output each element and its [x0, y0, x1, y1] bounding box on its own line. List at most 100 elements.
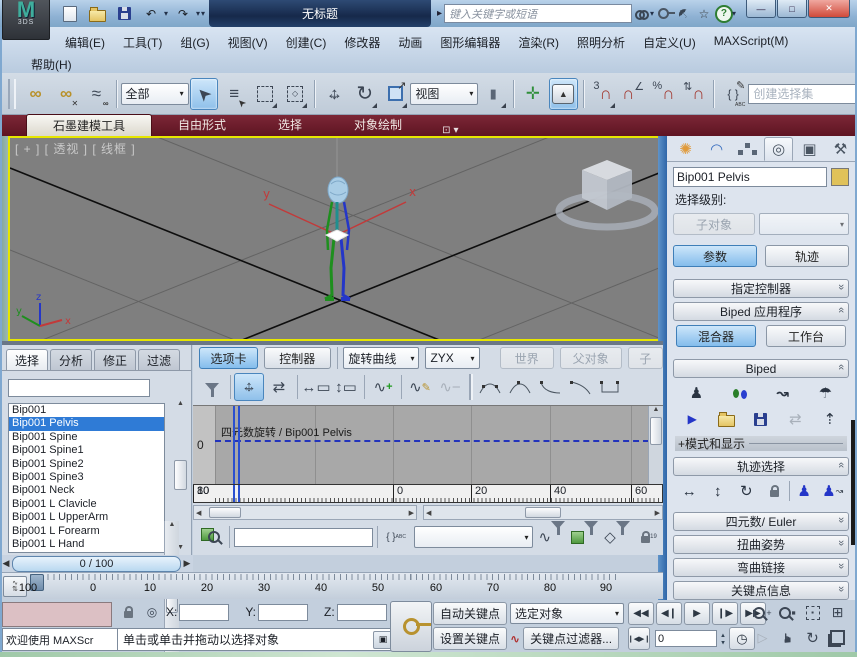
- tab-modify[interactable]: ◠: [702, 137, 731, 161]
- biped-header[interactable]: Biped «: [673, 359, 849, 378]
- opposite-tracks-button[interactable]: ♟ ↝: [819, 480, 848, 502]
- toolbar-grip[interactable]: [8, 78, 17, 109]
- pan-view-button[interactable]: ☛: [775, 627, 800, 648]
- zoom-all-button[interactable]: ▪: [775, 602, 800, 623]
- time-cursor-line[interactable]: [233, 406, 235, 484]
- x-input[interactable]: [179, 603, 230, 621]
- angle-snap-toggle-button[interactable]: ∩ ∠: [619, 78, 647, 110]
- scroll-thumb[interactable]: [525, 507, 561, 518]
- track-bar[interactable]: ∿ ⇅ 0 10 20 30 40 50 60 70 80 90 100: [0, 572, 663, 599]
- curve-vertical-scrollbar[interactable]: ▲: [648, 406, 663, 484]
- redo-dropdown[interactable]: ▾: [196, 9, 200, 18]
- menu-item[interactable]: 图形编辑器: [431, 31, 509, 54]
- list-item[interactable]: Bip001 L Hand: [9, 538, 164, 551]
- assign-controller-header[interactable]: 指定控制器 »: [673, 279, 849, 298]
- ribbon-tab[interactable]: 对象绘制: [328, 114, 428, 136]
- maximize-button[interactable]: □: [777, 0, 807, 18]
- scroll-right-arrow[interactable]: ▶: [409, 509, 414, 517]
- viewport-label[interactable]: [ + ] [ 透视 ] [ 线框 ]: [15, 140, 136, 157]
- subscription-button[interactable]: [654, 5, 676, 23]
- load-file-button[interactable]: [712, 408, 742, 430]
- biped-character[interactable]: y x: [263, 138, 416, 301]
- biped-apps-header[interactable]: Biped 应用程序 «: [673, 302, 849, 321]
- selection-filter-dropdown[interactable]: 全部 ▾: [120, 82, 189, 105]
- convert-button-disabled[interactable]: ⇄: [780, 408, 810, 430]
- play-button[interactable]: ▶: [684, 602, 710, 625]
- workbench-tab[interactable]: 过滤: [138, 349, 181, 370]
- parameters-tab-button[interactable]: 参数: [673, 245, 757, 267]
- scroll-thumb[interactable]: [650, 417, 662, 445]
- move-keys-button[interactable]: ↔ ↕: [234, 373, 264, 401]
- keyboard-shortcut-override-button[interactable]: ▲: [549, 77, 578, 110]
- draw-curves-button[interactable]: ∿ ✎: [405, 373, 435, 401]
- scale-values-button[interactable]: ↕ ▭: [331, 373, 361, 401]
- set-tangent-smooth-button[interactable]: [475, 373, 505, 401]
- viewcube[interactable]: [555, 160, 659, 231]
- reduce-keys-button-disabled[interactable]: ∿ −: [435, 373, 465, 401]
- menu-item[interactable]: 照明分析: [568, 31, 634, 54]
- set-keys-button[interactable]: [390, 601, 432, 652]
- tab-mode-button[interactable]: 选项卡: [199, 347, 258, 369]
- qat-overflow-button[interactable]: ▾: [201, 9, 205, 18]
- use-pivot-point-center-button[interactable]: ▮.: [479, 78, 507, 110]
- spinner-filter-button[interactable]: ◇: [603, 520, 631, 551]
- object-color-swatch[interactable]: [831, 168, 849, 186]
- selection-lock-toggle[interactable]: [118, 602, 138, 622]
- snaps-toggle-button[interactable]: 3 ∩: [588, 78, 616, 110]
- selection-set-dropdown[interactable]: ▾: [414, 526, 534, 548]
- infocenter-arrow[interactable]: ▸: [437, 8, 442, 19]
- symmetrical-tracks-button[interactable]: ♟: [790, 480, 819, 502]
- set-tangent-fast-button[interactable]: [505, 373, 535, 401]
- maximize-viewport-toggle[interactable]: [825, 627, 850, 648]
- controller-button[interactable]: 控制器: [263, 347, 331, 369]
- absolute-offset-toggle[interactable]: ◎: [142, 602, 162, 622]
- time-slider[interactable]: 0 / 100: [12, 555, 181, 572]
- perspective-viewport[interactable]: [ + ] [ 透视 ] [ 线框 ] y x z y x: [8, 136, 661, 341]
- current-frame-field[interactable]: 0: [655, 630, 717, 647]
- euler-order-dropdown[interactable]: ZYX ▾: [425, 347, 480, 369]
- list-item[interactable]: Bip001 Pelvis: [9, 417, 164, 431]
- body-horizontal-button[interactable]: ↔: [675, 480, 704, 502]
- child-button-disabled[interactable]: 子: [627, 347, 663, 369]
- undo-dropdown[interactable]: ▾: [164, 9, 168, 18]
- select-and-manipulate-button[interactable]: ✛: [519, 78, 547, 110]
- menu-item[interactable]: 编辑(E): [56, 31, 114, 54]
- pan-scrollbar-right[interactable]: ◀ ▶: [423, 505, 663, 520]
- maxscript-listener-line[interactable]: 欢迎使用 MAXScr: [2, 628, 122, 651]
- help-button[interactable]: ?: [714, 4, 734, 23]
- workbench-tab[interactable]: 修正: [94, 349, 137, 370]
- move-all-mode-button[interactable]: ⇡: [815, 408, 845, 430]
- key-mode-toggle-button[interactable]: ❙◀▶❙: [628, 627, 650, 650]
- frame-spinner[interactable]: ▲ ▲: [720, 633, 726, 645]
- help-dropdown[interactable]: ▾: [732, 9, 736, 18]
- scroll-up-arrow[interactable]: ▲: [177, 400, 184, 407]
- object-filter-button[interactable]: [570, 520, 599, 551]
- auto-key-button[interactable]: 自动关键点: [433, 602, 508, 625]
- list-item[interactable]: Bip001 Neck: [9, 484, 164, 497]
- save-file-button[interactable]: [112, 3, 136, 25]
- y-input[interactable]: [258, 603, 309, 621]
- menu-item[interactable]: 组(G): [171, 31, 218, 54]
- body-vertical-button[interactable]: ↕: [704, 480, 733, 502]
- key-filters-button[interactable]: 关键点过滤器...: [523, 627, 620, 650]
- key-filter-mode-dropdown[interactable]: 选定对象 ▾: [510, 603, 625, 624]
- ribbon-tab[interactable]: 石墨建模工具: [26, 114, 153, 136]
- list-item[interactable]: Bip001 L UpperArm: [9, 511, 164, 524]
- twist-poses-header[interactable]: 扭曲姿势 »: [673, 535, 849, 554]
- set-tangent-step-button[interactable]: [595, 373, 625, 401]
- workbench-button[interactable]: 工作台: [766, 325, 846, 347]
- percent-snap-toggle-button[interactable]: % ∩: [649, 78, 677, 110]
- list-item[interactable]: Bip001 Spine3: [9, 471, 164, 484]
- new-file-button[interactable]: [58, 3, 82, 25]
- biped-playback-button[interactable]: ▶: [677, 408, 707, 430]
- walkthrough-button-disabled[interactable]: ▷: [750, 627, 775, 648]
- tab-create[interactable]: ✺: [671, 137, 700, 161]
- menu-item[interactable]: 修改器: [335, 31, 389, 54]
- search-input[interactable]: 键入关键字或短语: [443, 4, 632, 23]
- zoom-extents-button[interactable]: ▪: [800, 602, 825, 623]
- motion-flow-mode-button[interactable]: ↝: [768, 382, 798, 404]
- set-tangent-linear-button[interactable]: [565, 373, 595, 401]
- select-and-scale-button[interactable]: ↗: [381, 78, 409, 110]
- select-and-rotate-button[interactable]: ↻: [351, 78, 379, 110]
- menu-item[interactable]: MAXScript(M): [705, 31, 798, 54]
